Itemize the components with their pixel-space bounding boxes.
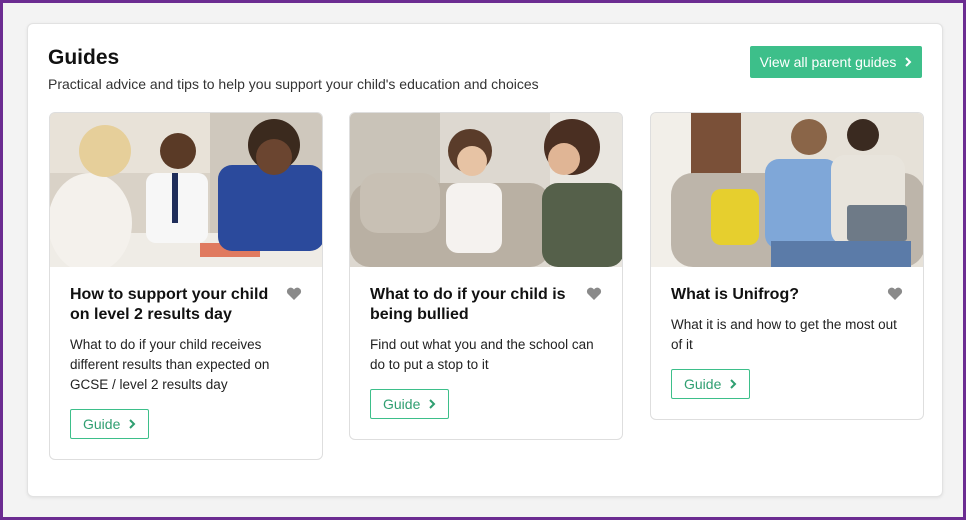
guide-card-image <box>350 113 622 267</box>
guide-card[interactable]: How to support your child on level 2 res… <box>49 112 323 460</box>
guide-card-title: How to support your child on level 2 res… <box>70 286 269 323</box>
guide-card[interactable]: What is Unifrog? What it is and how to g… <box>650 112 924 420</box>
chevron-right-icon <box>129 419 136 429</box>
view-all-guides-button[interactable]: View all parent guides <box>750 46 922 78</box>
view-all-label: View all parent guides <box>759 54 897 70</box>
guide-card-description: Find out what you and the school can do … <box>370 337 594 372</box>
guide-button[interactable]: Guide <box>370 389 450 419</box>
heart-icon[interactable] <box>887 287 903 301</box>
guide-card-description: What it is and how to get the most out o… <box>671 317 897 352</box>
chevron-right-icon <box>429 399 436 409</box>
section-title: Guides <box>48 46 120 69</box>
meeting-photo <box>50 113 322 267</box>
heart-icon[interactable] <box>286 287 302 301</box>
chevron-right-icon <box>730 379 737 389</box>
guide-card[interactable]: What to do if your child is being bullie… <box>349 112 623 440</box>
chevron-right-icon <box>905 57 912 67</box>
parent-child-photo <box>350 113 622 267</box>
guide-card-title: What is Unifrog? <box>671 286 799 303</box>
father-son-laptop-photo <box>651 113 923 267</box>
guide-card-image <box>50 113 322 267</box>
guide-button-label: Guide <box>684 376 722 392</box>
guide-button-label: Guide <box>383 396 421 412</box>
section-subtitle: Practical advice and tips to help you su… <box>48 76 539 92</box>
guide-card-image <box>651 113 923 267</box>
guide-button[interactable]: Guide <box>70 409 150 439</box>
heart-icon[interactable] <box>586 287 602 301</box>
guides-panel: Guides Practical advice and tips to help… <box>27 23 943 497</box>
guide-card-title: What to do if your child is being bullie… <box>370 286 566 323</box>
guide-card-description: What to do if your child receives differ… <box>70 337 270 392</box>
guide-button[interactable]: Guide <box>671 369 751 399</box>
guide-button-label: Guide <box>83 416 121 432</box>
